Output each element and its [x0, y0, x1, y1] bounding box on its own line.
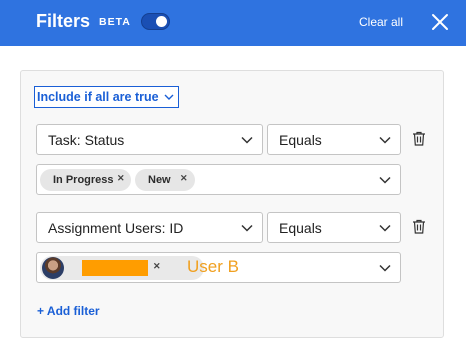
chevron-down-icon[interactable]: [379, 264, 391, 272]
filters-header: Filters BETA Clear all: [0, 0, 466, 46]
panel-title: Filters: [36, 11, 91, 31]
remove-chip-icon[interactable]: ✕: [117, 173, 125, 184]
chevron-down-icon: [379, 224, 391, 232]
close-icon[interactable]: [428, 10, 452, 34]
chip-label: In Progress: [53, 174, 114, 186]
trash-icon[interactable]: [412, 131, 426, 146]
operator-value: Equals: [279, 132, 322, 148]
chevron-down-icon: [241, 224, 253, 232]
include-mode-dropdown[interactable]: Include if all are true: [34, 86, 179, 108]
remove-chip-icon[interactable]: ✕: [180, 173, 188, 184]
field-select-2[interactable]: Assignment Users: ID: [36, 212, 263, 243]
beta-toggle[interactable]: [141, 13, 170, 30]
trash-icon[interactable]: [412, 219, 426, 234]
values-select-2[interactable]: ✕ User B: [36, 252, 401, 283]
operator-select-1[interactable]: Equals: [267, 124, 401, 155]
values-select-1[interactable]: In Progress ✕ New ✕: [36, 164, 401, 195]
beta-label: BETA: [99, 16, 131, 28]
include-mode-label: Include if all are true: [37, 90, 159, 104]
redacted-user-name: [82, 260, 148, 276]
field-select-1[interactable]: Task: Status: [36, 124, 263, 155]
user-annotation: User B: [187, 257, 239, 276]
toggle-knob: [156, 16, 167, 27]
user-chip: ✕: [40, 256, 204, 280]
operator-select-2[interactable]: Equals: [267, 212, 401, 243]
chevron-down-icon: [241, 136, 253, 144]
field-value: Task: Status: [48, 132, 125, 148]
filter-panel: [20, 70, 444, 338]
chevron-down-icon: [379, 136, 391, 144]
chip-label: New: [148, 174, 171, 186]
value-chip-new: New ✕: [135, 169, 195, 191]
chevron-down-icon[interactable]: [379, 176, 391, 184]
value-chip-in-progress: In Progress ✕: [40, 169, 131, 191]
remove-chip-icon[interactable]: ✕: [153, 261, 161, 272]
add-filter-button[interactable]: + Add filter: [37, 304, 100, 318]
field-value: Assignment Users: ID: [48, 220, 184, 236]
operator-value: Equals: [279, 220, 322, 236]
user-avatar: [42, 257, 64, 279]
chevron-down-icon: [164, 94, 174, 100]
clear-all-button[interactable]: Clear all: [359, 15, 403, 29]
